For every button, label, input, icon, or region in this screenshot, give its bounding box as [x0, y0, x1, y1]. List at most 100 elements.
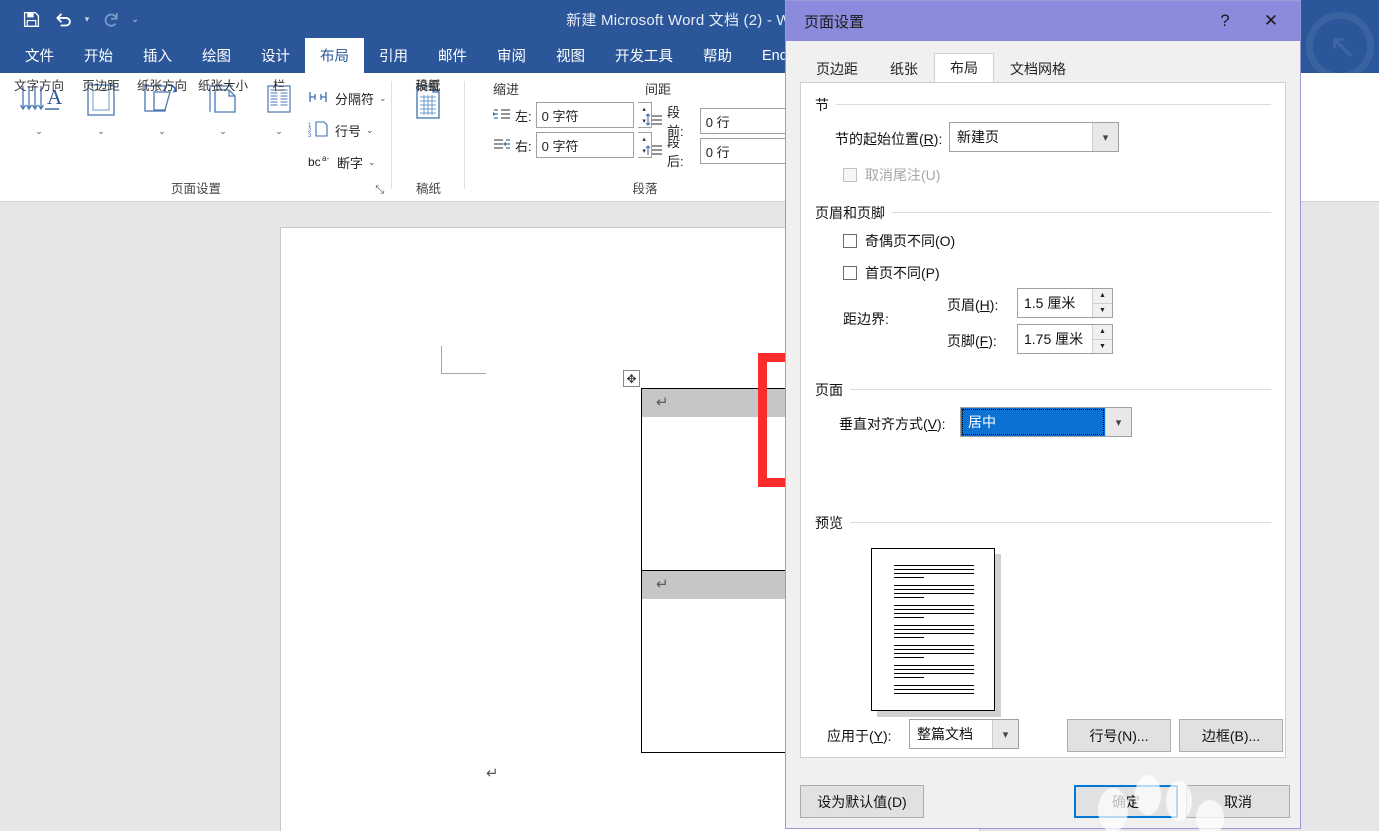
apply-to-value: 整篇文档: [917, 726, 973, 742]
page-group-title: 页面: [815, 380, 850, 400]
save-icon[interactable]: [16, 5, 46, 33]
different-odd-even-checkbox[interactable]: 奇偶页不同(O): [843, 231, 955, 251]
tab-file[interactable]: 文件: [10, 38, 69, 73]
tab-review[interactable]: 审阅: [482, 38, 541, 73]
page-setup-dialog-launcher-icon[interactable]: ⤡: [375, 184, 384, 197]
tab-help[interactable]: 帮助: [688, 38, 747, 73]
tab-home[interactable]: 开始: [69, 38, 128, 73]
indent-right-input[interactable]: 0 字符: [535, 132, 634, 158]
text-direction-button[interactable]: A 文字方向 ⌄: [8, 79, 70, 137]
dialog-tab-paper[interactable]: 纸张: [874, 55, 934, 83]
header-distance-value: 1.5 厘米: [1024, 295, 1076, 311]
chevron-down-icon[interactable]: ▾: [1092, 123, 1118, 151]
indent-right-icon: [493, 137, 511, 154]
orientation-label: 纸张方向: [136, 79, 187, 93]
tab-references[interactable]: 引用: [364, 38, 423, 73]
from-edge-label: 距边界:: [843, 311, 889, 327]
chevron-down-icon[interactable]: ⌄: [379, 93, 387, 104]
indent-left-icon: [493, 107, 511, 124]
tab-view[interactable]: 视图: [541, 38, 600, 73]
table-move-handle-icon[interactable]: ✥: [623, 370, 640, 387]
svg-text:3: 3: [308, 133, 312, 138]
tab-developer[interactable]: 开发工具: [600, 38, 688, 73]
line-numbers-icon: 123: [308, 120, 330, 141]
watermark-shape: [1098, 788, 1128, 831]
paper-size-button[interactable]: 纸张大小 ⌄: [192, 79, 254, 137]
tab-draw[interactable]: 绘图: [187, 38, 246, 73]
breaks-icon: [308, 89, 330, 108]
tab-mailings[interactable]: 邮件: [423, 38, 482, 73]
ribbon-group-manuscript: 稿纸 设置 稿纸: [392, 73, 465, 201]
line-numbers-button[interactable]: 123 行号 ⌄: [308, 117, 374, 143]
space-before-input[interactable]: 0 行: [699, 108, 795, 134]
indent-left-input[interactable]: 0 字符: [535, 102, 634, 128]
chevron-down-icon[interactable]: ⌄: [368, 157, 376, 168]
chevron-down-icon[interactable]: ⌄: [275, 126, 283, 137]
chevron-down-icon[interactable]: ▾: [1105, 408, 1131, 436]
undo-dropdown-icon[interactable]: ▾: [80, 14, 94, 25]
chevron-down-icon[interactable]: ⌄: [366, 125, 374, 136]
different-first-page-label: 首页不同(P): [865, 265, 940, 281]
ribbon-group-paragraph: 缩进 间距 左: 0 字符 ▴ ▾ 右: 0 字符 ▴ ▾ 段前: 0 行 段后…: [465, 73, 795, 201]
watermark-shape: [1166, 781, 1192, 821]
dialog-tab-document-grid[interactable]: 文档网格: [994, 55, 1082, 83]
dialog-title: 页面设置: [804, 13, 865, 31]
paragraph-mark-icon: ↵: [656, 394, 669, 411]
tab-layout[interactable]: 布局: [305, 38, 364, 73]
apply-to-label: 应用于(Y):: [827, 728, 892, 744]
chevron-down-icon[interactable]: ⌄: [35, 126, 43, 137]
space-after-row: 段后: 0 行: [645, 132, 795, 170]
chevron-down-icon[interactable]: ⌄: [219, 126, 227, 137]
dialog-tab-layout[interactable]: 布局: [934, 53, 994, 83]
undo-icon[interactable]: [48, 5, 78, 33]
hyphenation-button[interactable]: bc a- 断字 ⌄: [308, 149, 376, 175]
svg-text:a-: a-: [322, 154, 329, 163]
line-numbers-label: 行号: [335, 123, 362, 139]
line-numbers-dialog-button[interactable]: 行号(N)...: [1067, 719, 1171, 752]
checkbox-box[interactable]: [843, 266, 857, 280]
help-icon[interactable]: ?: [1202, 1, 1248, 41]
footer-distance-spinner[interactable]: 1.75 厘米 ▲ ▼: [1017, 324, 1113, 354]
vertical-alignment-combo[interactable]: 居中 ▾: [960, 407, 1132, 437]
dialog-title-bar[interactable]: 页面设置 ? ✕: [786, 1, 1300, 41]
checkbox-box: [843, 168, 857, 182]
columns-button[interactable]: 栏 ⌄: [258, 79, 300, 137]
close-icon[interactable]: ✕: [1248, 1, 1294, 41]
borders-dialog-button[interactable]: 边框(B)...: [1179, 719, 1283, 752]
set-as-default-button[interactable]: 设为默认值(D): [800, 785, 924, 818]
chevron-down-icon[interactable]: ⌄: [158, 126, 166, 137]
footer-distance-label: 页脚(F):: [947, 333, 997, 349]
tab-insert[interactable]: 插入: [128, 38, 187, 73]
headers-footers-group-title: 页眉和页脚: [815, 203, 892, 223]
stepper-down-icon: ▼: [1099, 342, 1106, 350]
chevron-down-icon[interactable]: ▾: [992, 720, 1018, 748]
orientation-button[interactable]: 纸张方向 ⌄: [131, 79, 193, 137]
dialog-tab-margins[interactable]: 页边距: [800, 55, 874, 83]
paper-size-label: 纸张大小: [197, 79, 248, 93]
space-after-input[interactable]: 0 行: [699, 138, 795, 164]
header-distance-stepper[interactable]: ▲ ▼: [1092, 289, 1112, 317]
header-distance-spinner[interactable]: 1.5 厘米 ▲ ▼: [1017, 288, 1113, 318]
quick-access-toolbar: ▾ ⌄: [16, 5, 142, 33]
manuscript-settings-button[interactable]: 稿纸 设置: [397, 79, 459, 125]
hyphenation-icon: bc a-: [308, 152, 332, 173]
vertical-alignment-value: 居中: [961, 408, 1105, 436]
space-after-label: 段后:: [667, 135, 684, 169]
indent-header: 缩进: [493, 82, 520, 97]
indent-right-label: 右:: [515, 138, 532, 154]
section-start-label: 节的起始位置(R):: [835, 131, 943, 147]
tab-design[interactable]: 设计: [246, 38, 305, 73]
different-first-page-checkbox[interactable]: 首页不同(P): [843, 263, 940, 283]
checkbox-box[interactable]: [843, 234, 857, 248]
margin-guide: [441, 346, 486, 374]
headers-footers-group: 页眉和页脚 奇偶页不同(O) 首页不同(P) 距边界: 页眉(H): 1.5 厘…: [815, 203, 1271, 368]
breaks-button[interactable]: 分隔符 ⌄: [308, 85, 387, 111]
stepper-down-icon: ▼: [1099, 306, 1106, 314]
section-start-combo[interactable]: 新建页 ▾: [949, 122, 1119, 152]
customize-qat-icon[interactable]: ⌄: [128, 14, 142, 25]
preview-group: 预览 应用于(Y): 整篇文档 ▾ 行号(N)... 边框(B)...: [815, 513, 1283, 752]
apply-to-combo[interactable]: 整篇文档 ▾: [909, 719, 1019, 749]
margins-button[interactable]: 页边距 ⌄: [70, 79, 132, 137]
chevron-down-icon[interactable]: ⌄: [97, 126, 105, 137]
footer-distance-stepper[interactable]: ▲ ▼: [1092, 325, 1112, 353]
